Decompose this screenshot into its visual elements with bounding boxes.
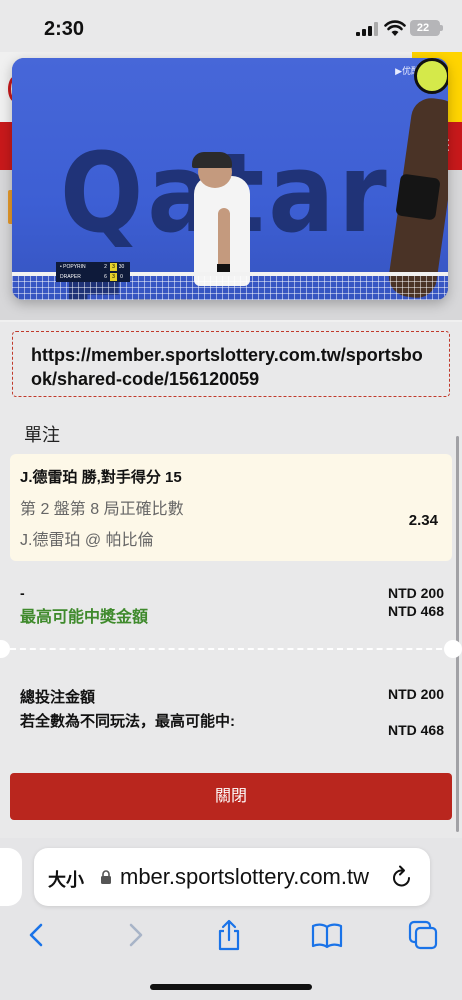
score-row: DRAPER 6 3 0: [56, 272, 130, 282]
share-icon[interactable]: [212, 918, 246, 952]
lock-icon: [101, 870, 111, 884]
bet-selection: J.德雷珀 勝,對手得分 15: [20, 469, 182, 486]
previous-tab-peek[interactable]: [0, 848, 22, 906]
tennis-ball: [414, 58, 448, 94]
score-game: 3: [110, 273, 117, 281]
shared-url-box[interactable]: https://member.sportslottery.com.tw/spor…: [12, 331, 450, 397]
bet-market: 第 2 盤第 8 局正確比數: [20, 501, 184, 518]
address-bar[interactable]: 大小 mber.sportslottery.com.tw: [34, 848, 430, 906]
ticket-notch-right: [444, 640, 462, 658]
video-player[interactable]: Qatar Ex ▶优酷体育 • POPYRIN 2 3 30 DRAPER 6…: [12, 58, 448, 300]
back-icon[interactable]: [20, 918, 54, 952]
reload-icon[interactable]: [390, 864, 414, 890]
scoreboard: • POPYRIN 2 3 30 DRAPER 6 3 0: [56, 262, 130, 282]
cellular-signal-icon: [356, 22, 378, 36]
total-stake-label: 總投注金額: [20, 689, 96, 706]
score-point: 0: [120, 274, 123, 280]
home-indicator: [150, 984, 312, 990]
total-stake-amount: NTD 200: [387, 686, 444, 702]
ticket-notch-left: [0, 640, 10, 658]
score-point: 30: [118, 264, 125, 270]
max-win-label: 最高可能中獎金額: [20, 609, 149, 626]
score-set: 2: [104, 264, 107, 270]
wifi-icon: [384, 20, 406, 36]
max-win-all-amount: NTD 468: [387, 722, 444, 738]
player-arm: [218, 208, 230, 270]
battery-nub: [440, 25, 443, 31]
player-name: • POPYRIN: [60, 264, 86, 270]
max-win-amount: NTD 468: [387, 603, 444, 619]
max-win-all-label: 若全數為不同玩法，最高可能中:: [20, 713, 235, 730]
player-cap: [192, 152, 232, 168]
bet-event: J.德雷珀 @ 帕比倫: [20, 532, 154, 549]
bookmarks-icon[interactable]: [310, 918, 344, 952]
score-set: 6: [104, 274, 107, 280]
score-game: 3: [110, 263, 117, 271]
stake-label: -: [20, 585, 25, 601]
bet-odds: 2.34: [408, 512, 438, 529]
bet-selection-card: J.德雷珀 勝,對手得分 15 第 2 盤第 8 局正確比數 J.德雷珀 @ 帕…: [10, 454, 452, 561]
bet-type-title: 單注: [24, 425, 60, 445]
scrollbar[interactable]: [456, 436, 459, 832]
stake-amount: NTD 200: [387, 585, 444, 601]
score-row: • POPYRIN 2 3 30: [56, 262, 130, 272]
battery-icon: 22: [410, 20, 440, 36]
tabs-icon[interactable]: [406, 918, 440, 952]
safari-toolbar: 大小 mber.sportslottery.com.tw: [0, 838, 462, 1000]
text-size-button[interactable]: 大小: [48, 866, 84, 892]
forward-icon[interactable]: [118, 918, 152, 952]
status-time: 2:30: [44, 18, 85, 40]
status-bar: 2:30 22: [0, 0, 462, 52]
ticket-divider: [10, 648, 452, 650]
foreground-wristband: [395, 173, 441, 221]
player-name: DRAPER: [60, 274, 81, 280]
address-text[interactable]: mber.sportslottery.com.tw: [120, 864, 369, 890]
battery-level: 22: [416, 22, 430, 34]
close-button[interactable]: 關閉: [10, 773, 452, 820]
